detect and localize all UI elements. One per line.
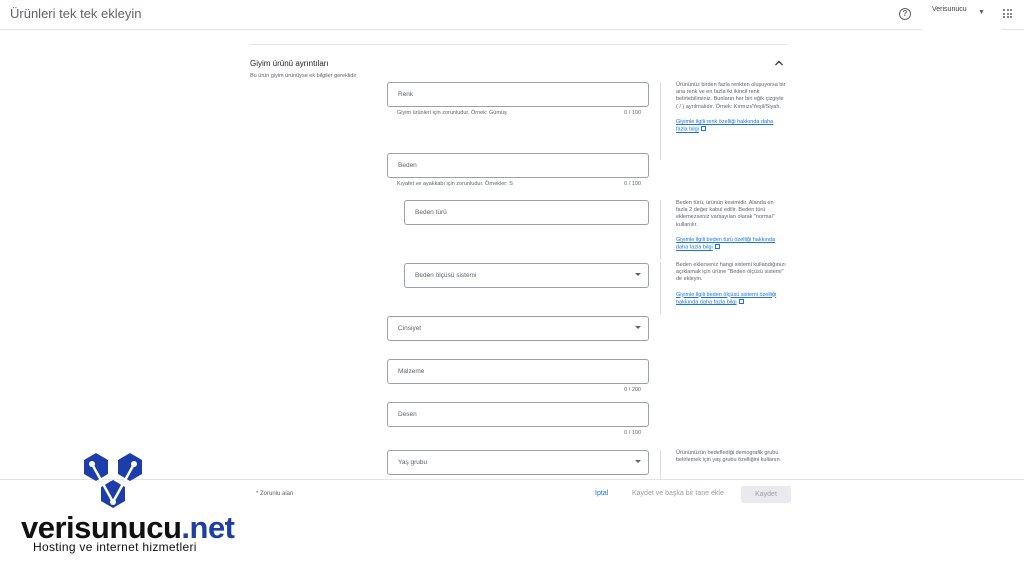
size-system-help-link[interactable]: Giyimle ilgili beden ölçüsü sistemi özel… (676, 292, 786, 307)
required-field-note: * Zorunlu alan (256, 491, 294, 497)
size-counter: 0 / 100 (624, 181, 641, 187)
color-field[interactable]: Renk (387, 82, 649, 107)
page-title: Ürünleri tek tek ekleyin (10, 6, 142, 21)
color-help-text: Ürününüz birden fazla renkten oluşuyorsa… (676, 82, 786, 110)
color-field-label: Renk (398, 91, 414, 98)
caret-down-icon: ▼ (978, 9, 985, 16)
section-subtitle: Bu ürün giyim ürünüyse ek bilgiler gerek… (250, 73, 357, 79)
material-field[interactable]: Malzeme (387, 359, 649, 384)
open-in-new-icon (714, 244, 720, 250)
pattern-field[interactable]: Desen (387, 402, 649, 427)
chevron-up-icon[interactable] (773, 57, 785, 69)
gender-select-label: Cinsiyet (398, 325, 422, 332)
top-bar: Ürünleri tek tek ekleyin ? (0, 0, 1024, 30)
verisunucu-logo-icon (84, 453, 142, 508)
dropdown-caret-icon (635, 460, 641, 463)
pattern-field-label: Desen (398, 411, 417, 418)
age-group-help-panel: Ürününüzün hedeflediği demografik grubu … (660, 450, 786, 479)
color-help-link[interactable]: Giyimle ilgili renk özelliği hakkında da… (676, 119, 786, 134)
account-switcher[interactable]: Verisunucu ▼ (922, 0, 1002, 44)
age-group-help-text: Ürününüzün hedeflediği demografik grubu … (676, 450, 782, 464)
color-hint: Giyim ürünleri için zorunludur. Örnek: G… (397, 110, 507, 116)
material-counter: 0 / 200 (624, 387, 641, 393)
size-field[interactable]: Beden (387, 153, 649, 178)
section-divider (250, 44, 787, 45)
size-system-help-panel: Beden eklerseniz hangi sistemi kullandığ… (660, 262, 786, 314)
section-title: Giyim ürünü ayrıntıları (250, 59, 329, 68)
size-system-select[interactable]: Beden ölçüsü sistemi (404, 263, 649, 288)
save-button[interactable]: Kaydet (741, 486, 791, 503)
size-system-select-label: Beden ölçüsü sistemi (415, 272, 477, 279)
size-field-label: Beden (398, 162, 417, 169)
help-circle-icon[interactable]: ? (899, 8, 911, 20)
dropdown-caret-icon (635, 326, 641, 329)
age-group-select[interactable]: Yaş grubu (387, 450, 649, 475)
brand-tagline: Hosting ve internet hizmetleri (33, 540, 197, 554)
gender-select[interactable]: Cinsiyet (387, 316, 649, 341)
size-type-field-label: Beden türü (415, 209, 447, 216)
material-field-label: Malzeme (398, 368, 425, 375)
color-counter: 0 / 100 (624, 110, 641, 116)
age-group-select-label: Yaş grubu (398, 459, 428, 466)
size-type-help-panel: Beden türü, ürünün kesimidir. Alanda en … (660, 200, 786, 260)
size-system-help-text: Beden eklerseniz hangi sistemi kullandığ… (676, 262, 786, 283)
apps-grid-icon[interactable] (1003, 9, 1012, 18)
size-type-help-link[interactable]: Giyimle ilgili beden türü özelliği hakkı… (676, 237, 786, 252)
color-help-panel: Ürününüz birden fazla renkten oluşuyorsa… (660, 82, 786, 160)
size-type-field[interactable]: Beden türü (404, 200, 649, 225)
save-and-add-another-button[interactable]: Kaydet ve başka bir tane ekle (632, 490, 724, 497)
account-name: Verisunucu (932, 6, 967, 13)
pattern-counter: 0 / 100 (624, 430, 641, 436)
dropdown-caret-icon (635, 273, 641, 276)
size-hint: Kıyafet ve ayakkabı için zorunludur. Örn… (397, 181, 513, 187)
cancel-button[interactable]: İptal (595, 490, 608, 497)
size-type-help-text: Beden türü, ürünün kesimidir. Alanda en … (676, 200, 775, 228)
open-in-new-icon (700, 126, 706, 132)
open-in-new-icon (738, 298, 744, 304)
